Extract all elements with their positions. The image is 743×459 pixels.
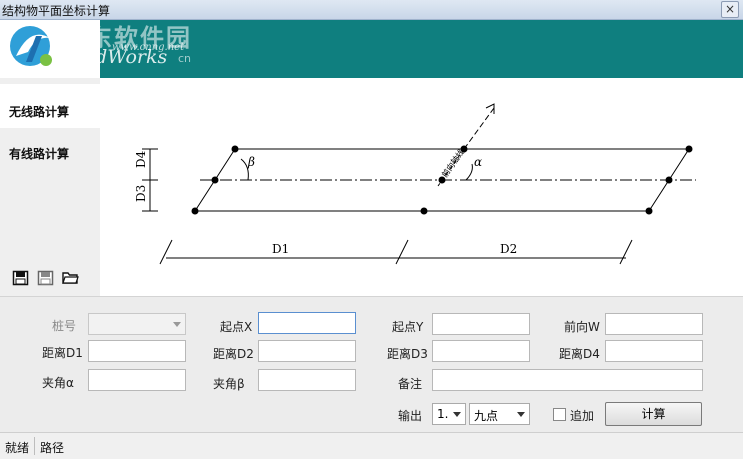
alpha-arc xyxy=(465,163,473,181)
output-precision-value: 1. xyxy=(437,407,449,421)
label-d4: D4 xyxy=(134,150,148,168)
angle-a-label: 夹角α xyxy=(42,376,74,390)
window-title: 结构物平面坐标计算 xyxy=(2,4,111,18)
d2-input[interactable] xyxy=(258,340,356,362)
status-bar: 就绪 路径 xyxy=(0,432,743,459)
point-top-left xyxy=(231,145,239,153)
skew-axis xyxy=(463,107,495,150)
point-mid-left xyxy=(211,176,219,184)
label-beta: β xyxy=(247,155,255,169)
angle-b-input[interactable] xyxy=(258,369,356,391)
geometry-diagram: D1 D2 D4 D3 β α 前向轴线 xyxy=(100,78,743,296)
dim-mark-right xyxy=(619,239,633,265)
status-divider xyxy=(34,437,35,455)
status-ready: 就绪 xyxy=(5,441,30,455)
close-icon[interactable]: × xyxy=(721,1,739,18)
status-path: 路径 xyxy=(40,441,65,455)
open-folder-icon[interactable] xyxy=(62,270,79,286)
label-d1: D1 xyxy=(272,242,289,256)
start-x-label: 起点X xyxy=(220,320,253,334)
remark-label: 备注 xyxy=(398,377,423,391)
d3-input[interactable] xyxy=(432,340,530,362)
output-label: 输出 xyxy=(398,409,423,423)
output-points-value: 九点 xyxy=(474,409,499,423)
dim-mark-left xyxy=(159,239,173,265)
point-top-right xyxy=(685,145,693,153)
label-d3: D3 xyxy=(134,185,148,202)
d2-label: 距离D2 xyxy=(213,347,254,361)
d4-input[interactable] xyxy=(605,340,703,362)
remark-input[interactable] xyxy=(432,369,703,391)
point-bottom-left xyxy=(191,207,199,215)
pile-label: 桩号 xyxy=(52,319,77,333)
chevron-down-icon xyxy=(453,412,461,417)
title-bar[interactable]: 结构物平面坐标计算 × xyxy=(0,0,743,20)
output-points-select[interactable]: 九点 xyxy=(469,403,530,425)
d1-input[interactable] xyxy=(88,340,186,362)
append-label[interactable]: 追加 xyxy=(570,407,594,424)
start-y-input[interactable] xyxy=(432,313,530,335)
save-as-icon[interactable] xyxy=(37,270,54,286)
parameter-form: 桩号 起点X 起点Y 前向W 距离D1 距离D2 距离D3 距离D4 夹角α 夹… xyxy=(0,296,743,432)
point-bottom-right xyxy=(645,207,653,215)
d3-label: 距离D3 xyxy=(387,347,428,361)
angle-b-label: 夹角β xyxy=(213,377,245,391)
save-icon[interactable] xyxy=(12,270,29,286)
brand-suffix: cn xyxy=(178,52,192,65)
pile-select[interactable] xyxy=(88,313,186,335)
sidebar-toolbar xyxy=(12,270,79,286)
d1-label: 距离D1 xyxy=(42,346,83,360)
sidebar-item-with-route[interactable]: 有线路计算 xyxy=(0,126,100,170)
app-window: 结构物平面坐标计算 × 河东软件园 www.cnng.net RoadWorks… xyxy=(0,0,743,459)
chevron-down-icon xyxy=(517,412,525,417)
forward-w-label: 前向W xyxy=(564,320,600,334)
start-x-input[interactable] xyxy=(258,312,356,334)
label-alpha: α xyxy=(474,155,482,169)
logo-icon xyxy=(10,26,52,66)
calculate-button[interactable]: 计算 xyxy=(605,402,702,426)
label-d2: D2 xyxy=(500,242,517,256)
label-axis-hint: 前向轴线 xyxy=(439,147,466,179)
point-bottom-mid xyxy=(420,207,428,215)
sidebar: 无线路计算 有线路计算 xyxy=(0,78,100,296)
d4-label: 距离D4 xyxy=(559,347,600,361)
sidebar-item-label: 有线路计算 xyxy=(9,147,70,161)
point-mid-right xyxy=(665,176,673,184)
sidebar-item-no-route[interactable]: 无线路计算 xyxy=(0,84,100,128)
sidebar-item-label: 无线路计算 xyxy=(9,105,70,119)
output-precision-select[interactable]: 1. xyxy=(432,403,466,425)
append-checkbox[interactable] xyxy=(553,408,566,421)
start-y-label: 起点Y xyxy=(392,320,424,334)
angle-a-input[interactable] xyxy=(88,369,186,391)
brand-script: RoadWorks xyxy=(58,46,168,68)
dim-mark-mid xyxy=(395,239,409,265)
chevron-down-icon xyxy=(173,322,181,327)
forward-w-input[interactable] xyxy=(605,313,703,335)
